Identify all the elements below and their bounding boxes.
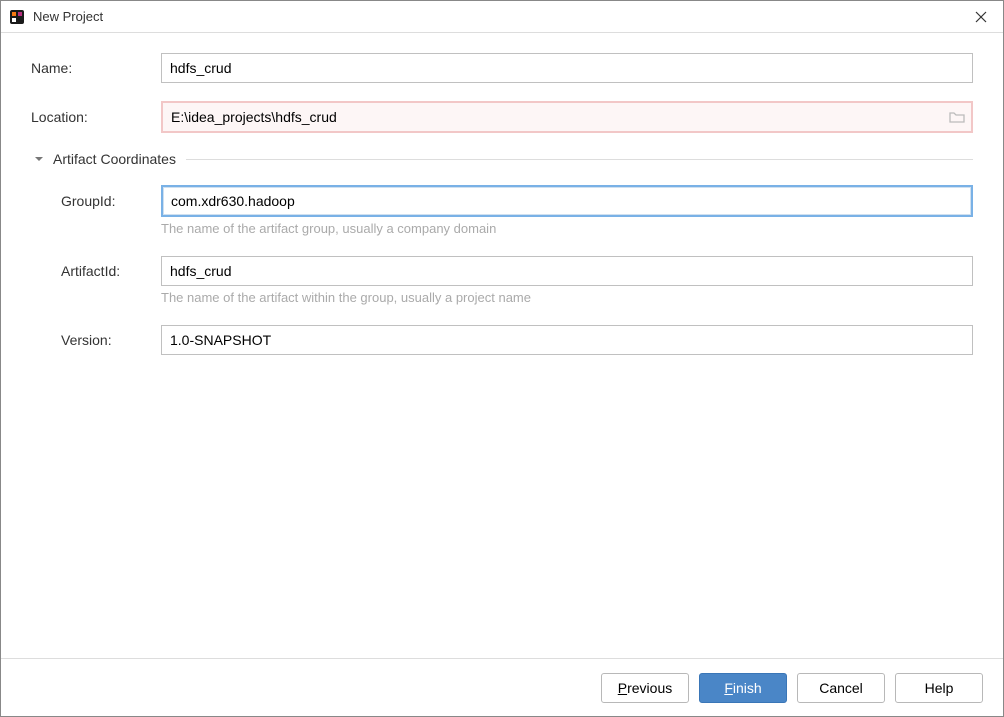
artifactid-input[interactable] bbox=[161, 256, 973, 286]
name-label: Name: bbox=[31, 60, 161, 76]
groupid-row: GroupId: bbox=[61, 185, 973, 217]
groupid-hint: The name of the artifact group, usually … bbox=[161, 221, 973, 236]
previous-button[interactable]: Previous bbox=[601, 673, 689, 703]
cancel-button[interactable]: Cancel bbox=[797, 673, 885, 703]
section-divider bbox=[186, 159, 973, 160]
close-button[interactable] bbox=[967, 3, 995, 31]
app-icon bbox=[9, 9, 25, 25]
folder-icon bbox=[949, 110, 965, 124]
artifact-section: GroupId: The name of the artifact group,… bbox=[31, 185, 973, 355]
name-input[interactable] bbox=[161, 53, 973, 83]
finish-label-rest: inish bbox=[733, 680, 762, 696]
version-row: Version: bbox=[61, 325, 973, 355]
dialog-content: Name: Location: bbox=[1, 33, 1003, 658]
groupid-label: GroupId: bbox=[61, 193, 161, 209]
browse-button[interactable] bbox=[943, 110, 971, 124]
artifactid-hint-row: The name of the artifact within the grou… bbox=[61, 290, 973, 305]
chevron-down-icon bbox=[31, 154, 47, 164]
titlebar: New Project bbox=[1, 1, 1003, 33]
version-label: Version: bbox=[61, 332, 161, 348]
groupid-input[interactable] bbox=[161, 185, 973, 217]
location-label: Location: bbox=[31, 109, 161, 125]
artifact-coordinates-toggle[interactable]: Artifact Coordinates bbox=[31, 151, 973, 167]
version-input[interactable] bbox=[161, 325, 973, 355]
window-title: New Project bbox=[33, 9, 967, 24]
dialog-footer: Previous Finish Cancel Help bbox=[1, 658, 1003, 716]
previous-label-rest: revious bbox=[627, 680, 672, 696]
location-field-wrap bbox=[161, 101, 973, 133]
help-button[interactable]: Help bbox=[895, 673, 983, 703]
close-icon bbox=[975, 11, 987, 23]
section-label: Artifact Coordinates bbox=[53, 151, 176, 167]
groupid-hint-row: The name of the artifact group, usually … bbox=[61, 221, 973, 236]
artifactid-label: ArtifactId: bbox=[61, 263, 161, 279]
finish-button[interactable]: Finish bbox=[699, 673, 787, 703]
location-input[interactable] bbox=[163, 103, 943, 131]
artifactid-hint: The name of the artifact within the grou… bbox=[161, 290, 973, 305]
name-row: Name: bbox=[31, 53, 973, 83]
location-row: Location: bbox=[31, 101, 973, 133]
artifactid-row: ArtifactId: bbox=[61, 256, 973, 286]
